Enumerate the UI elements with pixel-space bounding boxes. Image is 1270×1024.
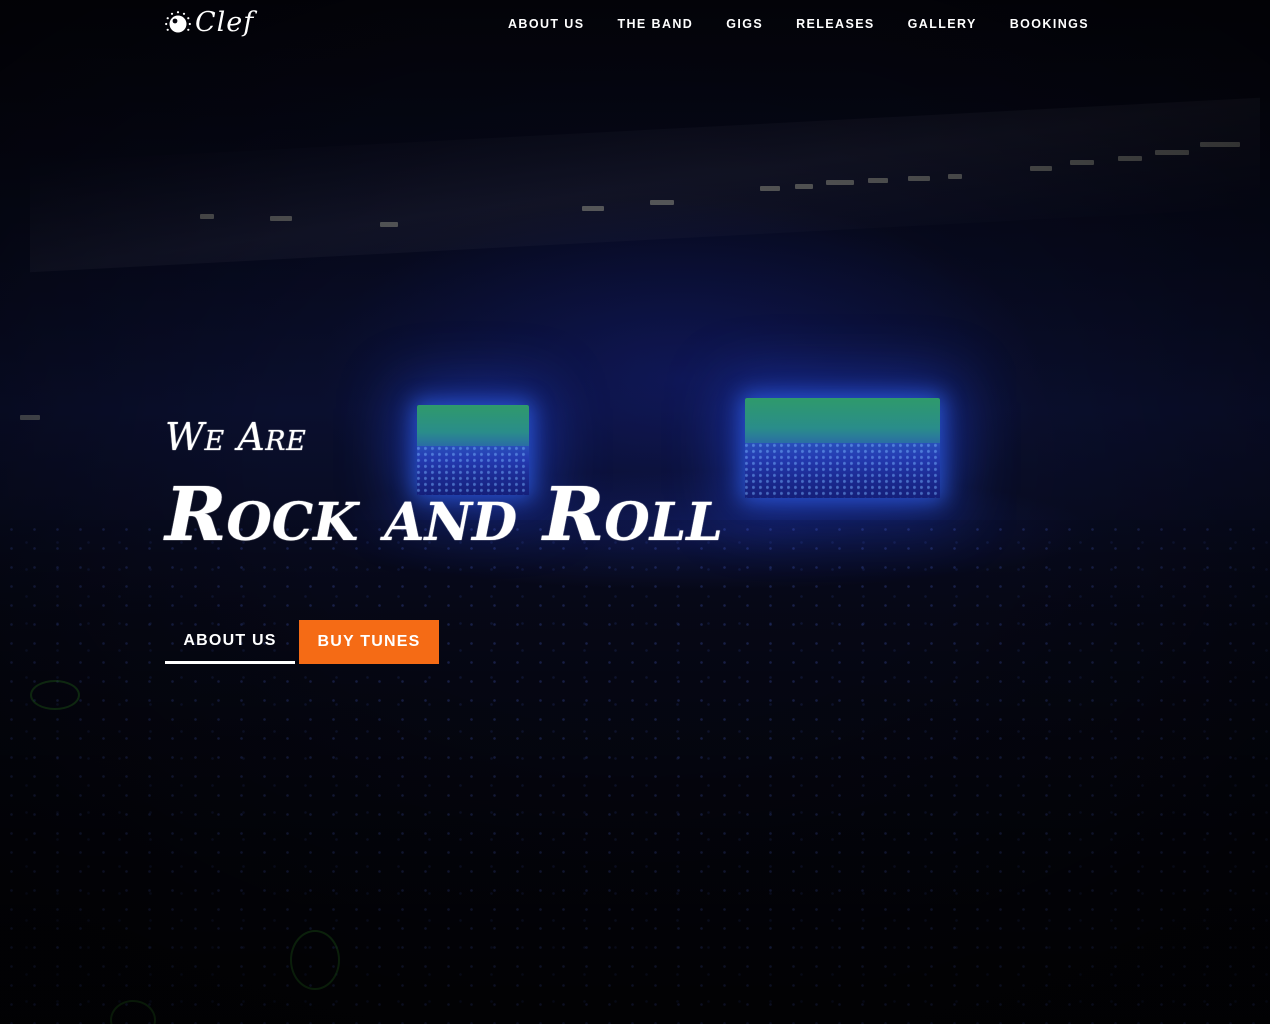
nav-item-gallery[interactable]: GALLERY bbox=[908, 16, 977, 32]
about-us-button[interactable]: ABOUT US bbox=[165, 620, 295, 664]
site-header: Clef ABOUT US THE BAND GIGS RELEASES GAL… bbox=[0, 0, 1270, 48]
buy-tunes-button[interactable]: BUY TUNES bbox=[299, 620, 439, 664]
nav-item-about-us[interactable]: ABOUT US bbox=[508, 16, 584, 32]
brand-name: Clef bbox=[195, 7, 255, 38]
hero-buttons: ABOUT US BUY TUNES bbox=[165, 620, 439, 664]
nav-item-the-band[interactable]: THE BAND bbox=[617, 16, 693, 32]
logo[interactable]: Clef bbox=[165, 8, 254, 38]
hero-tagline: We Are bbox=[165, 415, 307, 459]
nav-item-gigs[interactable]: GIGS bbox=[726, 16, 763, 32]
hero-text: We Are Rock and Roll bbox=[165, 412, 723, 560]
main-nav: ABOUT US THE BAND GIGS RELEASES GALLERY … bbox=[475, 16, 1089, 32]
nav-item-releases[interactable]: RELEASES bbox=[796, 16, 875, 32]
hero-headline: Rock and Roll bbox=[165, 472, 723, 558]
nav-item-bookings[interactable]: BOOKINGS bbox=[1010, 16, 1089, 32]
knob-icon bbox=[165, 10, 191, 36]
